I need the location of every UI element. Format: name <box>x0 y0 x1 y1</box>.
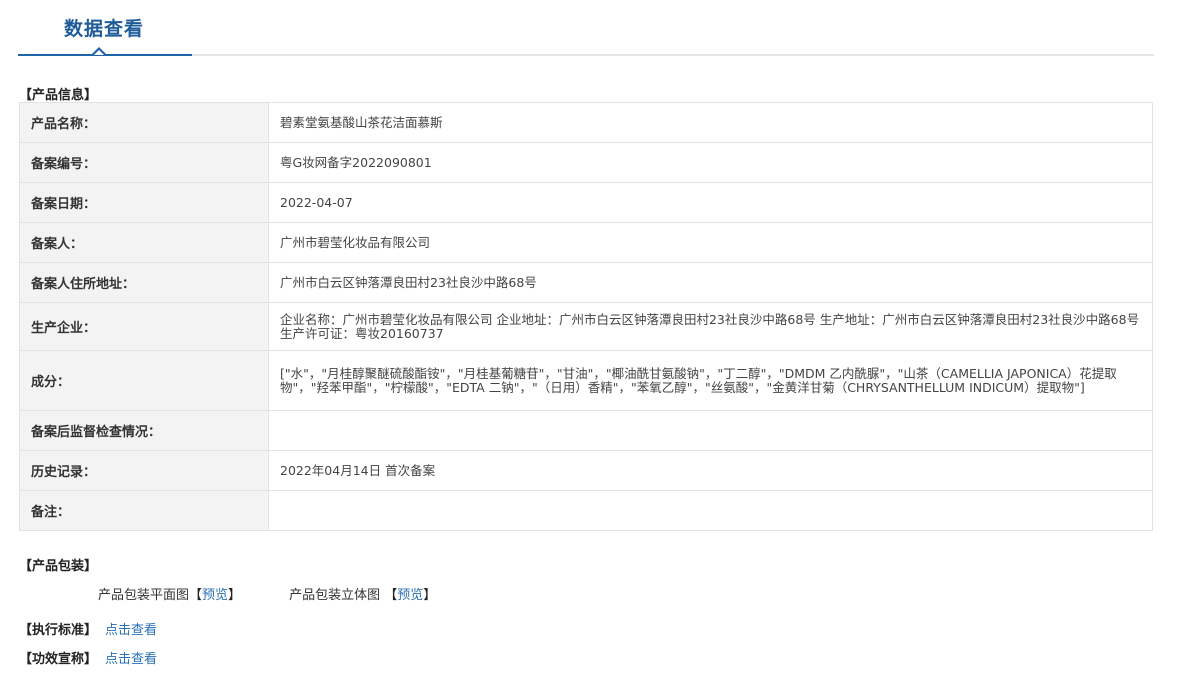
section-standard: 【执行标准】 点击查看 <box>19 619 157 638</box>
section-title-packaging: 【产品包装】 <box>19 559 98 574</box>
packaging-images: 产品包装平面图【预览】 产品包装立体图 【预览】 <box>98 584 436 603</box>
table-row: 备注： <box>19 490 1153 531</box>
table-row: 备案编号： 粤G妆网备字2022090801 <box>19 142 1153 183</box>
table-row: 历史记录： 2022年04月14日 首次备案 <box>19 450 1153 491</box>
section-title-efficacy: 【功效宣称】 <box>19 652 98 667</box>
row-label-manufacturer: 生产企业： <box>19 302 269 351</box>
row-label-record-date: 备案日期： <box>19 182 269 223</box>
table-row: 产品名称： 碧素堂氨基酸山茶花洁面慕斯 <box>19 102 1153 143</box>
bracket-open: 【 <box>384 588 398 603</box>
packaging-flat-preview-link[interactable]: 预览 <box>202 588 228 603</box>
table-row: 备案人： 广州市碧莹化妆品有限公司 <box>19 222 1153 263</box>
product-info-table: 产品名称： 碧素堂氨基酸山茶花洁面慕斯 备案编号： 粤G妆网备字20220908… <box>19 102 1153 531</box>
row-value-product-name: 碧素堂氨基酸山茶花洁面慕斯 <box>268 102 1153 143</box>
packaging-stereo-preview-link[interactable]: 预览 <box>397 588 423 603</box>
table-row: 备案人住所地址： 广州市白云区钟落潭良田村23社良沙中路68号 <box>19 262 1153 303</box>
table-row: 生产企业： 企业名称：广州市碧莹化妆品有限公司 企业地址：广州市白云区钟落潭良田… <box>19 302 1153 351</box>
bracket-close: 】 <box>423 588 437 603</box>
table-row: 备案后监督检查情况： <box>19 410 1153 451</box>
row-label-post-inspection: 备案后监督检查情况： <box>19 410 269 451</box>
section-title-product-info: 【产品信息】 <box>19 88 98 103</box>
bracket-open: 【 <box>189 588 203 603</box>
row-value-history: 2022年04月14日 首次备案 <box>268 450 1153 491</box>
row-label-remarks: 备注： <box>19 490 269 531</box>
row-label-record-number: 备案编号： <box>19 142 269 183</box>
active-tab-indicator <box>18 54 192 56</box>
tab-data-view[interactable]: 数据查看 <box>64 14 144 41</box>
section-efficacy: 【功效宣称】 点击查看 <box>19 648 157 667</box>
row-value-manufacturer: 企业名称：广州市碧莹化妆品有限公司 企业地址：广州市白云区钟落潭良田村23社良沙… <box>268 302 1153 351</box>
packaging-stereo-label: 产品包装立体图 <box>289 588 381 603</box>
row-label-registrant-address: 备案人住所地址： <box>19 262 269 303</box>
row-label-ingredients: 成分： <box>19 350 269 411</box>
row-label-product-name: 产品名称： <box>19 102 269 143</box>
table-row: 备案日期： 2022-04-07 <box>19 182 1153 223</box>
row-value-registrant: 广州市碧莹化妆品有限公司 <box>268 222 1153 263</box>
tab-bar: 数据查看 <box>18 0 1154 57</box>
bracket-close: 】 <box>228 588 242 603</box>
table-row: 成分： ["水"，"月桂醇聚醚硫酸酯铵"，"月桂基葡糖苷"，"甘油"，"椰油酰甘… <box>19 350 1153 411</box>
row-label-history: 历史记录： <box>19 450 269 491</box>
row-value-post-inspection <box>268 410 1153 451</box>
caret-up-icon-inner <box>94 50 104 55</box>
row-value-record-date: 2022-04-07 <box>268 182 1153 223</box>
row-value-record-number: 粤G妆网备字2022090801 <box>268 142 1153 183</box>
row-value-ingredients: ["水"，"月桂醇聚醚硫酸酯铵"，"月桂基葡糖苷"，"甘油"，"椰油酰甘氨酸钠"… <box>268 350 1153 411</box>
packaging-flat-label: 产品包装平面图 <box>98 588 190 603</box>
row-value-registrant-address: 广州市白云区钟落潭良田村23社良沙中路68号 <box>268 262 1153 303</box>
row-value-remarks <box>268 490 1153 531</box>
standard-view-link[interactable]: 点击查看 <box>105 623 157 638</box>
row-label-registrant: 备案人： <box>19 222 269 263</box>
section-title-standard: 【执行标准】 <box>19 623 98 638</box>
efficacy-view-link[interactable]: 点击查看 <box>105 652 157 667</box>
